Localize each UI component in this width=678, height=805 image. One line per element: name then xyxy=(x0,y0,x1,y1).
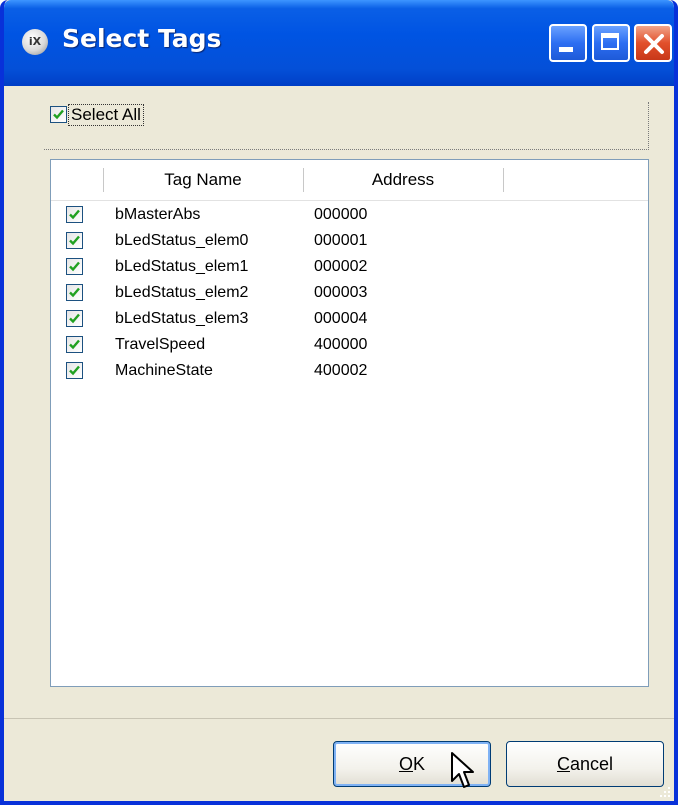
row-checkbox[interactable] xyxy=(66,258,83,275)
select-tags-dialog: iX Select Tags Select All Tag Name Addre… xyxy=(0,0,678,805)
header-separator[interactable] xyxy=(503,168,504,192)
window-title: Select Tags xyxy=(62,24,222,53)
address-cell: 000002 xyxy=(314,258,368,275)
app-icon: iX xyxy=(22,29,48,55)
column-header-address[interactable]: Address xyxy=(303,170,503,190)
column-header-tag-name[interactable]: Tag Name xyxy=(103,170,303,190)
address-cell: 000004 xyxy=(314,310,368,327)
table-row[interactable]: MachineState 400002 xyxy=(51,358,648,384)
table-row[interactable]: TravelSpeed 400000 xyxy=(51,332,648,358)
table-row[interactable]: bLedStatus_elem3 000004 xyxy=(51,306,648,332)
tag-name-cell: bLedStatus_elem2 xyxy=(115,284,249,301)
address-cell: 000000 xyxy=(314,206,368,223)
close-icon xyxy=(644,34,664,54)
tag-name-cell: bLedStatus_elem1 xyxy=(115,258,249,275)
checkmark-icon xyxy=(53,109,64,120)
ok-label-rest: K xyxy=(413,754,426,774)
title-bar[interactable]: iX Select Tags xyxy=(4,0,674,86)
cancel-button[interactable]: Cancel xyxy=(506,741,664,787)
address-cell: 400000 xyxy=(314,336,368,353)
table-row[interactable]: bMasterAbs 000000 xyxy=(51,202,648,228)
tag-list[interactable]: Tag Name Address bMasterAbs 000000 bLedS… xyxy=(50,159,649,687)
checkmark-icon xyxy=(69,339,80,350)
address-cell: 000003 xyxy=(314,284,368,301)
tag-name-cell: bMasterAbs xyxy=(115,206,201,223)
checkmark-icon xyxy=(69,235,80,246)
checkmark-icon xyxy=(69,287,80,298)
checkmark-icon xyxy=(69,261,80,272)
tag-name-cell: TravelSpeed xyxy=(115,336,206,353)
maximize-button[interactable] xyxy=(592,24,630,62)
ok-mnemonic: O xyxy=(398,754,413,774)
row-checkbox[interactable] xyxy=(66,336,83,353)
checkmark-icon xyxy=(69,365,80,376)
tag-name-cell: bLedStatus_elem0 xyxy=(115,232,249,249)
row-checkbox[interactable] xyxy=(66,206,83,223)
tag-name-cell: MachineState xyxy=(115,362,213,379)
row-checkbox[interactable] xyxy=(66,284,83,301)
dialog-body: Select All Tag Name Address bMasterAbs 0… xyxy=(4,86,674,801)
row-checkbox[interactable] xyxy=(66,362,83,379)
table-row[interactable]: bLedStatus_elem1 000002 xyxy=(51,254,648,280)
checkmark-icon xyxy=(69,209,80,220)
table-row[interactable]: bLedStatus_elem0 000001 xyxy=(51,228,648,254)
mouse-pointer-icon xyxy=(451,752,474,788)
resize-grip-icon[interactable] xyxy=(656,783,672,799)
minimize-button[interactable] xyxy=(549,24,587,62)
footer-divider xyxy=(4,718,674,719)
list-header: Tag Name Address xyxy=(51,160,648,201)
address-cell: 000001 xyxy=(314,232,368,249)
select-all-checkbox[interactable] xyxy=(50,106,67,123)
close-button[interactable] xyxy=(634,24,672,62)
row-checkbox[interactable] xyxy=(66,310,83,327)
address-cell: 400002 xyxy=(314,362,368,379)
row-checkbox[interactable] xyxy=(66,232,83,249)
cancel-label-rest: ancel xyxy=(569,754,614,774)
table-row[interactable]: bLedStatus_elem2 000003 xyxy=(51,280,648,306)
checkmark-icon xyxy=(69,313,80,324)
select-all-label[interactable]: Select All xyxy=(68,104,144,126)
tag-name-cell: bLedStatus_elem3 xyxy=(115,310,249,327)
cancel-mnemonic: C xyxy=(556,754,570,774)
